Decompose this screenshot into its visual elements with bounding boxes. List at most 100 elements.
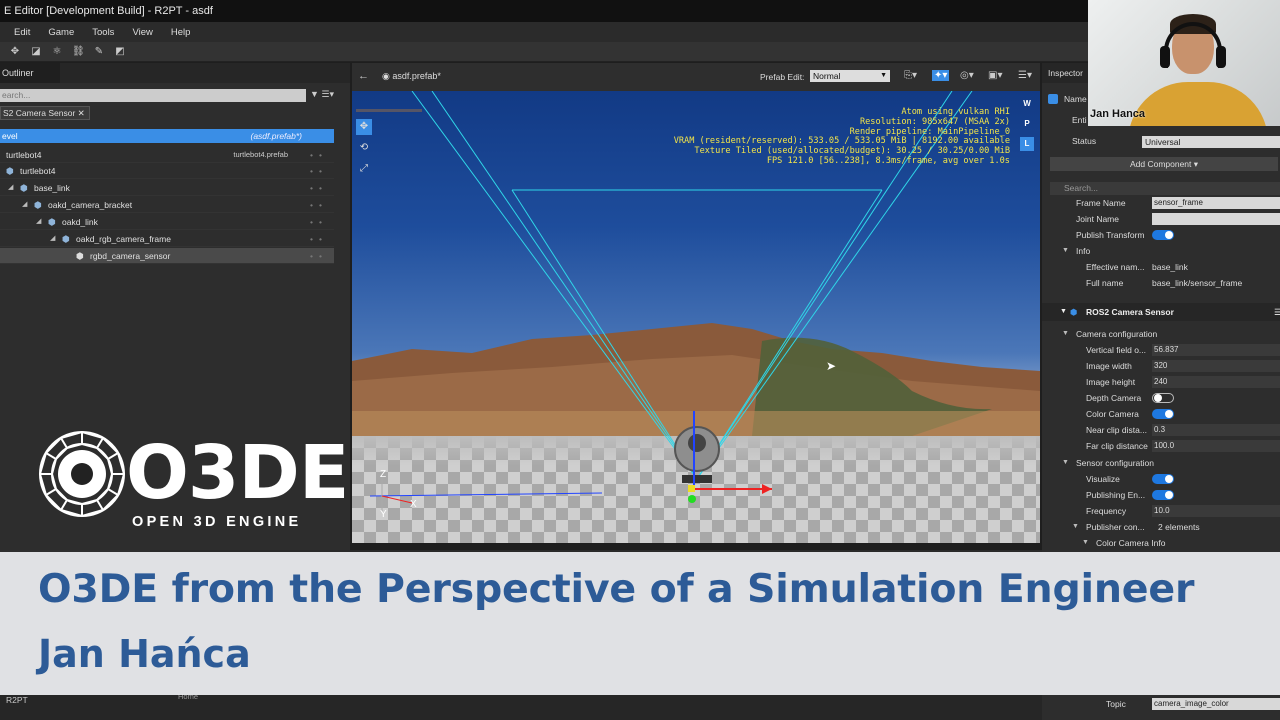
chevron-down-icon[interactable]: ▼ [1060,303,1067,321]
tree-row[interactable]: ◢ ⬢ oakd_camera_bracket •• [0,197,334,213]
publisher-count: 2 elements [1158,522,1200,532]
scale-icon[interactable]: ⤢ [356,161,372,177]
viewport-header: ← ◉ asdf.prefab* Prefab Edit: Normal ▼ ⎘▾… [352,63,1040,91]
menu-tools[interactable]: Tools [92,27,114,38]
outliner-search-input[interactable]: earch... [0,89,306,102]
frame-name-field[interactable]: sensor_frame [1152,197,1280,209]
color-camera-toggle[interactable] [1152,409,1174,419]
chevron-down-icon[interactable]: ▼ [1062,243,1069,259]
close-icon[interactable]: ✕ [78,108,85,118]
tree-row[interactable]: ⬢ rgbd_camera_sensor •• [0,248,334,264]
visibility-icon[interactable]: •• [310,231,328,247]
tree-row[interactable]: ◢ ⬢ base_link •• [0,180,334,196]
chevron-down-icon[interactable]: ▼ [1072,519,1079,535]
visualize-label: Visualize [1086,474,1120,484]
axis-x-label: X [410,499,417,510]
near-clip-field[interactable]: 0.3 [1152,424,1280,436]
image-height-label: Image height [1086,377,1136,387]
wrench-icon[interactable]: ✎ [93,46,105,58]
inspector-search-input[interactable]: Search... [1050,182,1280,195]
prefab-edit-select[interactable]: Normal ▼ [810,70,890,82]
headphone-right [1216,46,1226,68]
snap-icon[interactable]: ◪ [30,46,42,58]
tab-inspector[interactable]: Inspector [1048,68,1083,78]
name-label: Name [1064,94,1087,104]
headphone-left [1160,46,1170,68]
main-toolbar: ✥ ◪ ⚛ ⛓ ✎ ◩ [0,42,1090,62]
speaker-name: Jan Hańca [38,632,251,676]
full-name-value: base_link/sensor_frame [1152,278,1243,288]
far-clip-field[interactable]: 100.0 [1152,440,1280,452]
tree-row[interactable]: turtlebot4 turtlebot4.prefab •• [0,147,334,163]
add-component-button[interactable]: Add Component ▾ [1050,157,1278,171]
chevron-down-icon[interactable]: ▼ [1062,455,1069,471]
image-width-field[interactable]: 320 [1152,360,1280,372]
topic-label: Topic [1106,699,1126,709]
publishing-toggle[interactable] [1152,490,1174,500]
filter-chip[interactable]: S2 Camera Sensor ✕ [0,106,90,120]
back-arrow-icon[interactable]: ← [358,70,369,82]
move-tool-icon[interactable]: ✥ [9,46,21,58]
tree-row[interactable]: ◢ ⬢ oakd_link •• [0,214,334,230]
logo-mark-icon [38,430,126,518]
layout-icon[interactable]: ▣▾ [988,70,1002,81]
mode-world[interactable]: W [1020,97,1034,111]
filter-icon[interactable]: ▼ ☰▾ [310,89,334,100]
entity-icon: ⬢ [62,234,70,244]
tree-row[interactable]: ◢ ⬢ oakd_rgb_camera_frame •• [0,231,334,247]
topic-field[interactable]: camera_image_color [1152,698,1280,710]
prefab-file-name: asdf.prefab* [392,71,441,81]
rotate-icon[interactable]: ⟲ [356,140,372,156]
depth-camera-toggle[interactable] [1152,393,1174,403]
menu-icon[interactable]: ☰ [1274,303,1280,321]
image-height-field[interactable]: 240 [1152,376,1280,388]
joint-name-field[interactable] [1152,213,1280,225]
visibility-icon[interactable]: •• [310,180,328,196]
menu-game[interactable]: Game [48,27,74,38]
gizmo-icon[interactable]: ✦▾ [932,70,950,81]
menu-edit[interactable]: Edit [14,27,30,38]
tree-row[interactable]: ⬢ turtlebot4 •• [0,163,334,179]
effective-name-label: Effective nam... [1086,262,1145,272]
visibility-icon[interactable]: •• [310,147,328,163]
chevron-down-icon[interactable]: ▼ [1082,535,1089,551]
chevron-down-icon[interactable]: ◢ [8,180,13,196]
publishing-label: Publishing En... [1086,490,1146,500]
component-header[interactable]: ▼ ⬢ ROS2 Camera Sensor ☰ [1042,303,1280,321]
component-title: ROS2 Camera Sensor [1086,307,1174,317]
menu-view[interactable]: View [132,27,152,38]
visibility-icon[interactable]: •• [310,197,328,213]
publish-transform-toggle[interactable] [1152,230,1174,240]
mode-parent[interactable]: P [1020,117,1034,131]
move-icon[interactable]: ✥ [356,119,372,135]
viewport-3d[interactable]: Z X Y Atom using vulkan RHI Resolution: 9… [352,91,1040,543]
paint-icon[interactable]: ◩ [114,46,126,58]
vfov-field[interactable]: 56.837 [1152,344,1280,356]
status-select[interactable]: Universal [1142,136,1280,148]
link-icon[interactable]: ⛓ [72,46,85,58]
visualize-toggle[interactable] [1152,474,1174,484]
camera-icon[interactable]: ⎘▾ [904,70,917,81]
chevron-down-icon[interactable]: ◢ [36,214,41,230]
level-row[interactable]: evel (asdf.prefab*) [0,129,334,143]
tab-outliner[interactable]: Outliner [0,63,60,83]
viewport-tools: ✥ ⟲ ⤢ [356,119,374,182]
mode-local[interactable]: L [1020,137,1034,151]
chevron-down-icon[interactable]: ▼ [1062,326,1069,342]
menu-help[interactable]: Help [171,27,191,38]
axis-z-label: Z [380,469,387,480]
chevron-down-icon[interactable]: ◢ [50,231,55,247]
menu-bar: Edit Game Tools View Help [0,22,1090,42]
info-label: Info [1076,246,1091,256]
visibility-eye-icon[interactable]: ◎▾ [960,70,974,81]
menu-icon[interactable]: ☰▾ [1018,70,1032,81]
frequency-field[interactable]: 10.0 [1152,505,1280,517]
physics-icon[interactable]: ⚛ [51,46,63,58]
visibility-icon[interactable]: •• [310,214,328,230]
color-camera-label: Color Camera [1086,409,1139,419]
visibility-icon[interactable]: •• [310,248,328,264]
logo-wordmark: O3DE [126,430,349,516]
visibility-icon[interactable]: •• [310,163,328,179]
level-label: evel [2,131,18,141]
chevron-down-icon[interactable]: ◢ [22,197,27,213]
